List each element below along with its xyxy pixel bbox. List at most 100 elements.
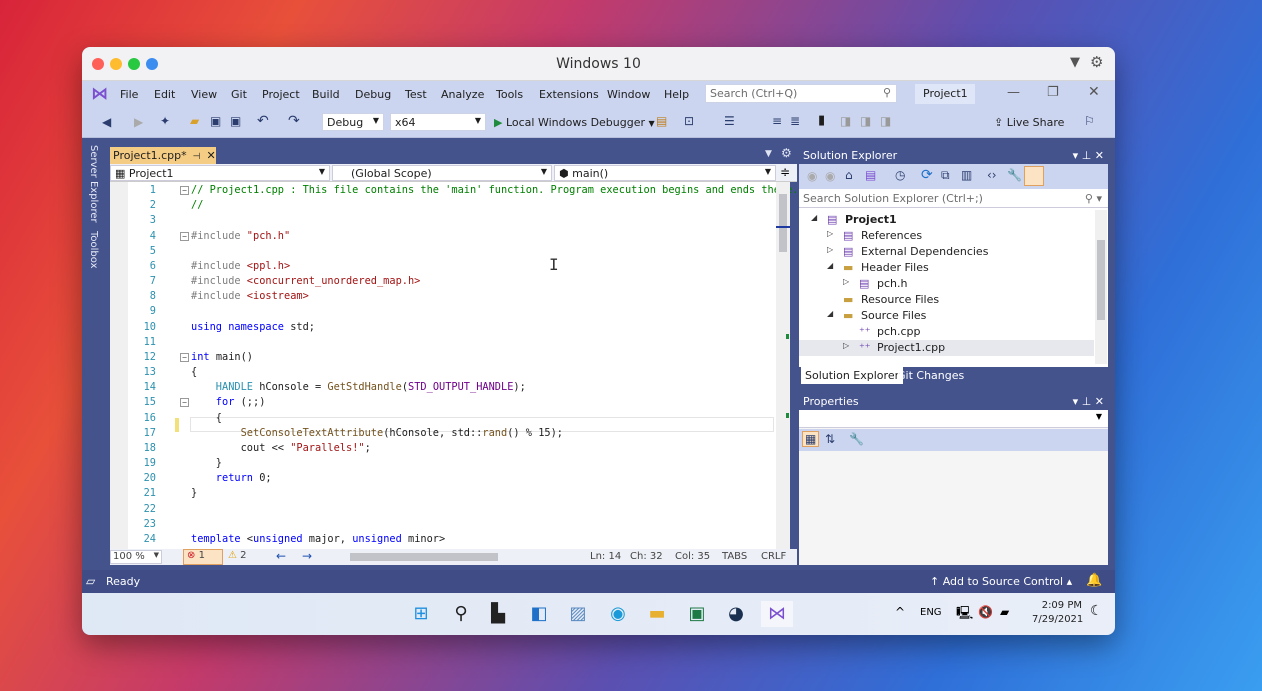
preview-selected-toggle[interactable] [1024,166,1044,186]
tree-item[interactable]: ◢ ▤ Project1 [799,212,1094,228]
solution-search-input[interactable]: Search Solution Explorer (Ctrl+;) ⚲ ▾ [799,190,1108,208]
steam-icon[interactable]: ◕ [723,601,749,627]
fold-toggle-icon[interactable]: − [180,231,189,241]
forward-icon[interactable]: ◉ [825,169,835,183]
open-icon[interactable]: ▰ [190,114,199,128]
tree-scrollbar[interactable] [1095,210,1107,364]
undo-icon[interactable]: ↶ [257,113,269,129]
home-icon[interactable]: ⌂ [845,168,853,182]
minimize-window-icon[interactable]: — [1007,85,1020,100]
navigate-forward-icon[interactable]: → [302,549,312,563]
code-view-icon[interactable]: ‹› [987,168,997,182]
live-share-button[interactable]: ⇪ Live Share [994,116,1064,129]
panel-controls[interactable]: ▾ ⊥ ✕ [1073,395,1104,408]
indent-icon[interactable]: ≡ [772,114,782,128]
pin-icon[interactable]: ⊣ [193,152,201,162]
prev-bookmark-icon[interactable]: ◨ [840,114,851,128]
browser-icon[interactable]: ⊡ [684,114,694,128]
file-explorer-icon[interactable]: ▬ [644,601,670,627]
tree-item[interactable]: ▬ Resource Files [799,292,1094,308]
network-icon[interactable]: 🖳 [956,604,973,626]
menu-debug[interactable]: Debug [355,88,391,101]
menu-git[interactable]: Git [231,88,247,101]
tree-item[interactable]: ◢ ▬ Source Files [799,308,1094,324]
tab-project1-cpp[interactable]: Project1.cpp* ⊣ ✕ [110,147,216,164]
configuration-dropdown[interactable]: Debug ▼ [322,113,384,131]
pending-changes-icon[interactable]: ◷ [895,168,905,182]
scroll-thumb[interactable] [779,194,787,252]
tree-item[interactable]: ◢ ▬ Header Files [799,260,1094,276]
collapse-all-icon[interactable]: ⧉ [941,168,950,183]
alphabetical-icon[interactable]: ⇅ [825,432,835,446]
menu-analyze[interactable]: Analyze [441,88,484,101]
line-ending-indicator[interactable]: CRLF [761,551,786,562]
task-view-icon[interactable]: ▙ [485,601,511,627]
next-bookmark-icon[interactable]: ◨ [860,114,871,128]
volume-muted-icon[interactable]: 🔇 [978,605,993,619]
close-tab-icon[interactable]: ✕ [207,149,216,162]
horizontal-scrollbar[interactable] [340,552,564,562]
close-window-icon[interactable]: ✕ [1088,84,1100,100]
menu-tools[interactable]: Tools [496,88,523,101]
back-icon[interactable]: ◀ [102,115,111,129]
expander-icon[interactable]: ▷ [827,245,833,254]
object-dropdown[interactable]: ▼ [799,410,1108,428]
expander-icon[interactable]: ◢ [827,309,833,318]
comment-icon[interactable]: ☰ [724,114,735,128]
menu-view[interactable]: View [191,88,217,101]
save-all-icon[interactable]: ▣ [230,114,241,128]
excel-icon[interactable]: ▣ [684,601,710,627]
server-explorer-tab[interactable]: Server Explorer [88,145,99,223]
show-hidden-icons[interactable]: ^ [895,605,905,619]
switch-views-icon[interactable]: ▤ [865,168,876,182]
search-icon[interactable]: ⚲ [448,601,474,627]
menu-edit[interactable]: Edit [154,88,175,101]
sync-icon[interactable]: ⟳ [921,167,933,183]
expander-icon[interactable]: ▷ [827,229,833,238]
fold-toggle-icon[interactable]: − [180,186,189,195]
tree-item[interactable]: ▷ ▤ References [799,228,1094,244]
fold-toggle-icon[interactable]: − [180,352,189,362]
clear-bookmarks-icon[interactable]: ◨ [880,114,891,128]
fold-toggle-icon[interactable]: − [180,398,189,408]
tree-item[interactable]: ▷ ▤ External Dependencies [799,244,1094,260]
menu-test[interactable]: Test [405,88,427,101]
properties-icon[interactable]: 🔧 [1007,168,1022,182]
forward-icon[interactable]: ▶ [134,115,143,129]
errors-button[interactable]: ⊗ 1 [183,549,223,565]
start-icon[interactable]: ⊞ [408,601,434,627]
gear-icon[interactable]: ⚙ [1090,53,1103,71]
panel-controls[interactable]: ▾ ⊥ ✕ [1073,149,1104,162]
tab-settings-icon[interactable]: ⚙ [781,146,792,160]
toolbox-tab[interactable]: Toolbox [88,231,99,269]
save-icon[interactable]: ▣ [210,114,221,128]
dropdown-icon[interactable]: ▼ [1070,55,1080,70]
menu-help[interactable]: Help [664,88,689,101]
project-dropdown[interactable]: ▦ Project1 ▼ [110,165,330,181]
bookmark-icon[interactable]: ▮ [818,113,825,128]
search-input[interactable]: Search (Ctrl+Q) ⚲ [705,84,897,103]
menu-file[interactable]: File [120,88,138,101]
edge-icon[interactable]: ◉ [605,601,631,627]
member-dropdown[interactable]: ⬢ main() ▼ [554,165,776,181]
hscroll-thumb[interactable] [350,553,498,561]
tab-solution-explorer[interactable]: Solution Explorer [801,367,904,384]
widgets-icon[interactable]: ◧ [526,601,552,627]
categorized-icon[interactable]: ▦ [802,431,820,447]
zoom-dropdown[interactable]: 100 % ▼ [110,550,162,564]
tree-item[interactable]: ▷ ▤ pch.h [799,276,1094,292]
start-debugging-button[interactable]: ▶ Local Windows Debugger ▼ [494,116,655,129]
property-pages-icon[interactable]: 🔧 [849,432,864,446]
expander-icon[interactable]: ▷ [843,341,849,350]
battery-icon[interactable]: ▰ [1000,605,1009,619]
language-indicator[interactable]: ENG [920,607,942,618]
expander-icon[interactable]: ◢ [827,261,833,270]
new-item-icon[interactable]: ✦ [160,114,170,128]
outdent-icon[interactable]: ≣ [790,114,800,128]
menu-project[interactable]: Project [262,88,300,101]
warnings-button[interactable]: ⚠ 2 [228,550,247,561]
tree-item[interactable]: ⁺⁺ pch.cpp [799,324,1094,340]
tab-list-dropdown-icon[interactable]: ▼ [765,149,772,159]
feedback-icon[interactable]: ⚐ [1084,114,1095,128]
platform-dropdown[interactable]: x64 ▼ [390,113,486,131]
